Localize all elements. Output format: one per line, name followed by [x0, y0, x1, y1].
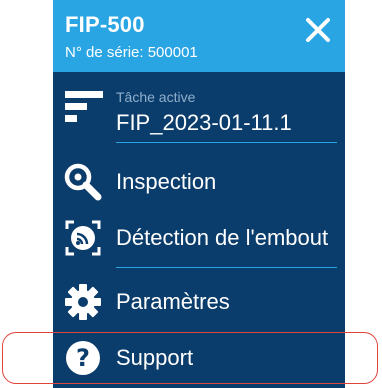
help-icon: ?	[66, 341, 100, 375]
menu-item-label: Inspection	[116, 169, 217, 194]
close-button[interactable]	[302, 14, 334, 46]
menu-item-settings[interactable]: Paramètres	[53, 274, 345, 330]
close-icon	[306, 18, 330, 42]
svg-text:?: ?	[76, 344, 90, 372]
menu-item-label: Paramètres	[116, 289, 230, 314]
menu-header: FIP-500 N° de série: 500001	[53, 0, 345, 72]
menu-item-support[interactable]: ? Support	[53, 330, 345, 386]
active-task[interactable]: Tâche active FIP_2023-01-11.1	[53, 72, 345, 146]
task-list-icon	[65, 91, 103, 122]
device-name: FIP-500	[65, 12, 145, 37]
active-task-label: Tâche active	[116, 89, 196, 105]
menu-item-label: Détection de l'embout	[116, 225, 329, 250]
menu-item-label: Support	[116, 345, 194, 370]
magnifier-icon	[64, 163, 102, 201]
tip-detection-icon	[65, 220, 101, 256]
active-task-value: FIP_2023-01-11.1	[116, 110, 292, 135]
gear-icon	[65, 284, 101, 320]
serial-number: N° de série: 500001	[65, 44, 198, 61]
side-menu-panel: FIP-500 N° de série: 500001 Tâche active…	[53, 0, 345, 388]
menu-item-tip-detection[interactable]: Détection de l'embout	[53, 210, 345, 266]
task-underline	[116, 142, 337, 143]
menu-item-inspection[interactable]: Inspection	[53, 154, 345, 210]
menu-divider	[116, 267, 337, 268]
